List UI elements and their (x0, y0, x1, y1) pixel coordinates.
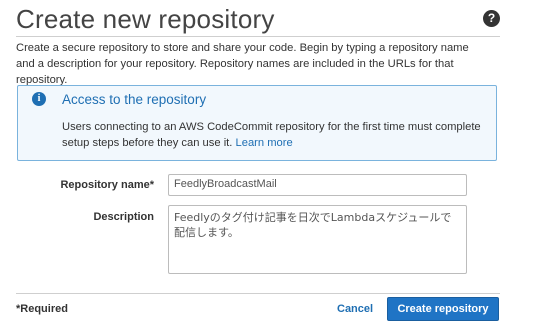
info-icon: i (32, 92, 46, 106)
intro-text: Create a secure repository to store and … (16, 42, 469, 86)
header-divider (16, 36, 500, 37)
footer-divider (16, 293, 500, 294)
cancel-button[interactable]: Cancel (337, 303, 373, 315)
help-icon[interactable]: ? (483, 10, 500, 27)
create-repository-button[interactable]: Create repository (387, 297, 499, 321)
learn-more-link[interactable]: Learn more (236, 137, 293, 149)
repository-name-input[interactable]: FeedlyBroadcastMail (168, 174, 467, 196)
info-box: i Access to the repository Users connect… (17, 85, 497, 161)
required-note: *Required (16, 303, 68, 315)
repository-name-label: Repository name* (60, 179, 154, 191)
info-box-title: Access to the repository (62, 92, 207, 107)
page-title: Create new repository (16, 4, 275, 34)
info-box-text: Users connecting to an AWS CodeCommit re… (62, 119, 482, 151)
description-label: Description (93, 211, 154, 223)
description-textarea[interactable]: Feedlyのタグ付け記事を日次でLambdaスケジュールで配信します。 (168, 205, 467, 274)
